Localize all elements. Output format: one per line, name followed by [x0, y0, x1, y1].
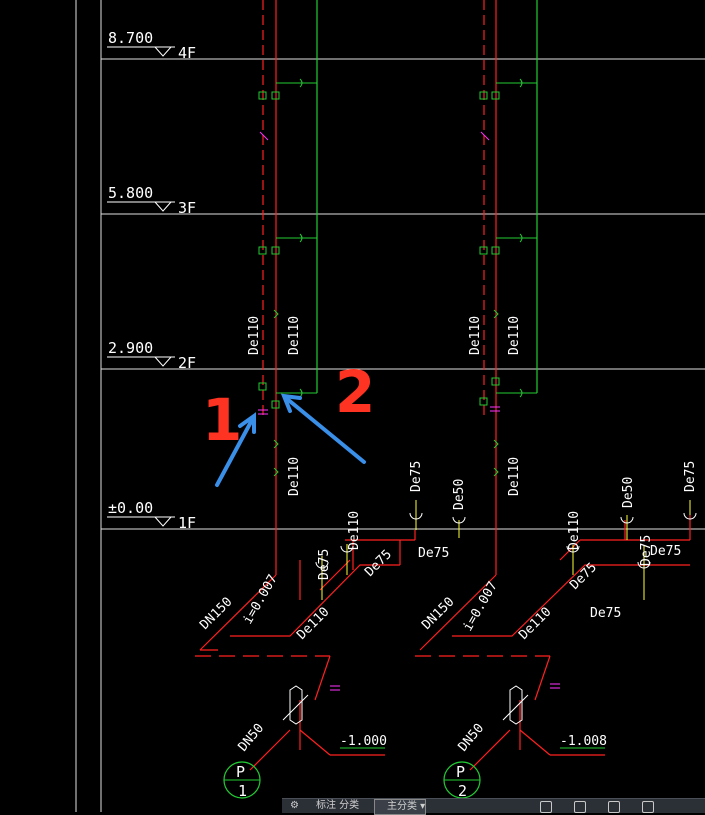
pipe-label-dn50: DN50	[236, 721, 268, 755]
elevation-label: 5.800	[108, 184, 153, 202]
pump-letter: P	[236, 763, 245, 781]
pipe-label-de110: De110	[516, 605, 554, 643]
dropdown-label: 主分类	[387, 801, 417, 812]
pipe-label-de75: De75	[362, 547, 395, 580]
pipe-label-de110: De110	[294, 605, 332, 643]
move-icon[interactable]	[574, 801, 586, 813]
outlet-level-label: -1.008	[560, 734, 607, 749]
cad-drawing-canvas[interactable]: 8.700 4F 5.800 3F 2.900 2F ±0.00 1F De11…	[0, 0, 705, 812]
floor-label: 4F	[178, 44, 196, 62]
level-marker-3f: 5.800 3F	[107, 184, 196, 217]
floor-label: 3F	[178, 199, 196, 217]
floor-label: 1F	[178, 514, 196, 532]
pipe-label-de75: De75	[409, 461, 424, 492]
pipe-label-dn50: DN50	[456, 721, 488, 755]
copy-icon[interactable]	[608, 801, 620, 813]
elevation-label: ±0.00	[108, 499, 153, 517]
elevation-label: 8.700	[108, 29, 153, 47]
pipe-label-de75: De75	[650, 544, 681, 559]
pipe-label-de110: De110	[507, 457, 522, 496]
pipe-label-de75: De75	[590, 606, 621, 621]
toolbar-dropdown-category[interactable]: 主分类 ▾	[374, 799, 427, 815]
pipe-label-de110: De110	[507, 316, 522, 355]
pump-symbol-2: P 2	[443, 761, 481, 800]
pipe-label-de50: De50	[621, 477, 636, 508]
riser-group-right: De110 De110 De110	[468, 0, 538, 575]
pipe-label-de75: De75	[317, 549, 332, 580]
elevation-label: 2.900	[108, 339, 153, 357]
floor-label: 2F	[178, 354, 196, 372]
pump-letter: P	[456, 763, 465, 781]
level-marker-4f: 8.700 4F	[107, 29, 196, 62]
pipe-label-slope: i=0.007	[460, 579, 500, 634]
level-marker-1f: ±0.00 1F	[107, 499, 196, 532]
cad-bottom-toolbar: ⚙ 标注 分类 主分类 ▾	[282, 798, 705, 815]
pump-number: 1	[238, 782, 247, 800]
pipe-label-de50: De50	[452, 479, 467, 510]
pipe-label-de110: De110	[347, 511, 362, 550]
pipe-label-de110: De110	[567, 511, 582, 550]
handwritten-note-2: 2	[335, 358, 375, 426]
pipe-label-slope: i=0.007	[240, 572, 280, 627]
riser-group-left: De110 De110 De110	[247, 0, 318, 575]
pen-icon[interactable]	[540, 801, 552, 813]
toolbar-item-annotation[interactable]: 标注 分类	[316, 799, 359, 813]
pipe-label-dn150: DN150	[419, 595, 457, 633]
level-lines	[101, 58, 705, 530]
handwritten-note-1: 1	[202, 386, 242, 454]
outlet-level-label: -1.000	[340, 734, 387, 749]
pump-symbol-1: P 1	[223, 761, 261, 800]
delete-icon[interactable]	[642, 801, 654, 813]
pipe-label-de75: De75	[418, 546, 449, 561]
pipe-label-de110: De110	[468, 316, 483, 355]
pipe-label-de110: De110	[287, 316, 302, 355]
pipe-label-de110: De110	[287, 457, 302, 496]
pipe-label-de75: De75	[683, 461, 698, 492]
toolbar-icon[interactable]: ⚙	[290, 799, 299, 813]
pipe-label-de110: De110	[247, 316, 262, 355]
pipe-label-dn150: DN150	[197, 595, 235, 633]
level-marker-2f: 2.900 2F	[107, 339, 196, 372]
